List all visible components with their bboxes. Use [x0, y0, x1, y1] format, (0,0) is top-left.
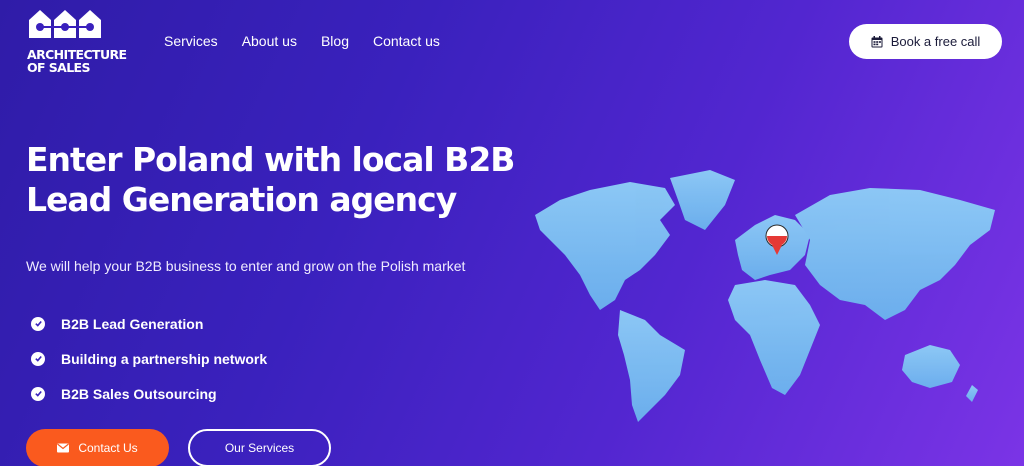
- check-circle-icon: [31, 351, 45, 366]
- our-services-button[interactable]: Our Services: [188, 429, 331, 466]
- book-free-call-button[interactable]: Book a free call: [849, 24, 1002, 59]
- continent-australia: [902, 345, 960, 388]
- hero-title-line-1: Enter Poland with local B2B: [26, 140, 515, 179]
- hero-title: Enter Poland with local B2B Lead Generat…: [26, 140, 546, 220]
- continent-north-america: [535, 182, 675, 310]
- check-circle-icon: [31, 316, 45, 331]
- brand-name: ARCHITECTURE OF SALES: [27, 47, 127, 75]
- continent-africa: [728, 280, 820, 395]
- envelope-icon: [57, 443, 70, 453]
- nav-item-blog[interactable]: Blog: [321, 33, 349, 49]
- our-services-label: Our Services: [224, 441, 295, 455]
- continent-south-america: [618, 310, 685, 422]
- feature-label: B2B Lead Generation: [61, 315, 204, 332]
- feature-list: B2B Lead Generation Building a partnersh…: [31, 306, 267, 411]
- nav-item-contact-us[interactable]: Contact us: [373, 33, 440, 49]
- continent-greenland: [670, 170, 735, 230]
- feature-label: Building a partnership network: [61, 350, 268, 367]
- feature-item: Building a partnership network: [31, 341, 267, 376]
- continent-europe: [735, 215, 810, 280]
- book-free-call-label: Book a free call: [890, 34, 981, 49]
- hero-subtitle: We will help your B2B business to enter …: [26, 258, 466, 274]
- contact-us-button[interactable]: Contact Us: [26, 429, 169, 466]
- check-circle-icon: [31, 386, 45, 401]
- main-nav: Services About us Blog Contact us: [164, 33, 440, 49]
- contact-us-label: Contact Us: [78, 441, 138, 455]
- continent-new-zealand: [966, 385, 978, 402]
- calendar-icon: [871, 35, 883, 47]
- continent-asia: [795, 188, 995, 320]
- hero-title-line-2: Lead Generation agency: [26, 180, 457, 219]
- feature-item: B2B Sales Outsourcing: [31, 376, 267, 411]
- feature-item: B2B Lead Generation: [31, 306, 267, 341]
- world-map: [535, 170, 995, 422]
- logo-mark-icon: [29, 10, 101, 38]
- brand-logo[interactable]: ARCHITECTURE OF SALES: [27, 8, 127, 78]
- nav-item-services[interactable]: Services: [164, 33, 218, 49]
- nav-item-about-us[interactable]: About us: [242, 33, 297, 49]
- feature-label: B2B Sales Outsourcing: [61, 385, 217, 402]
